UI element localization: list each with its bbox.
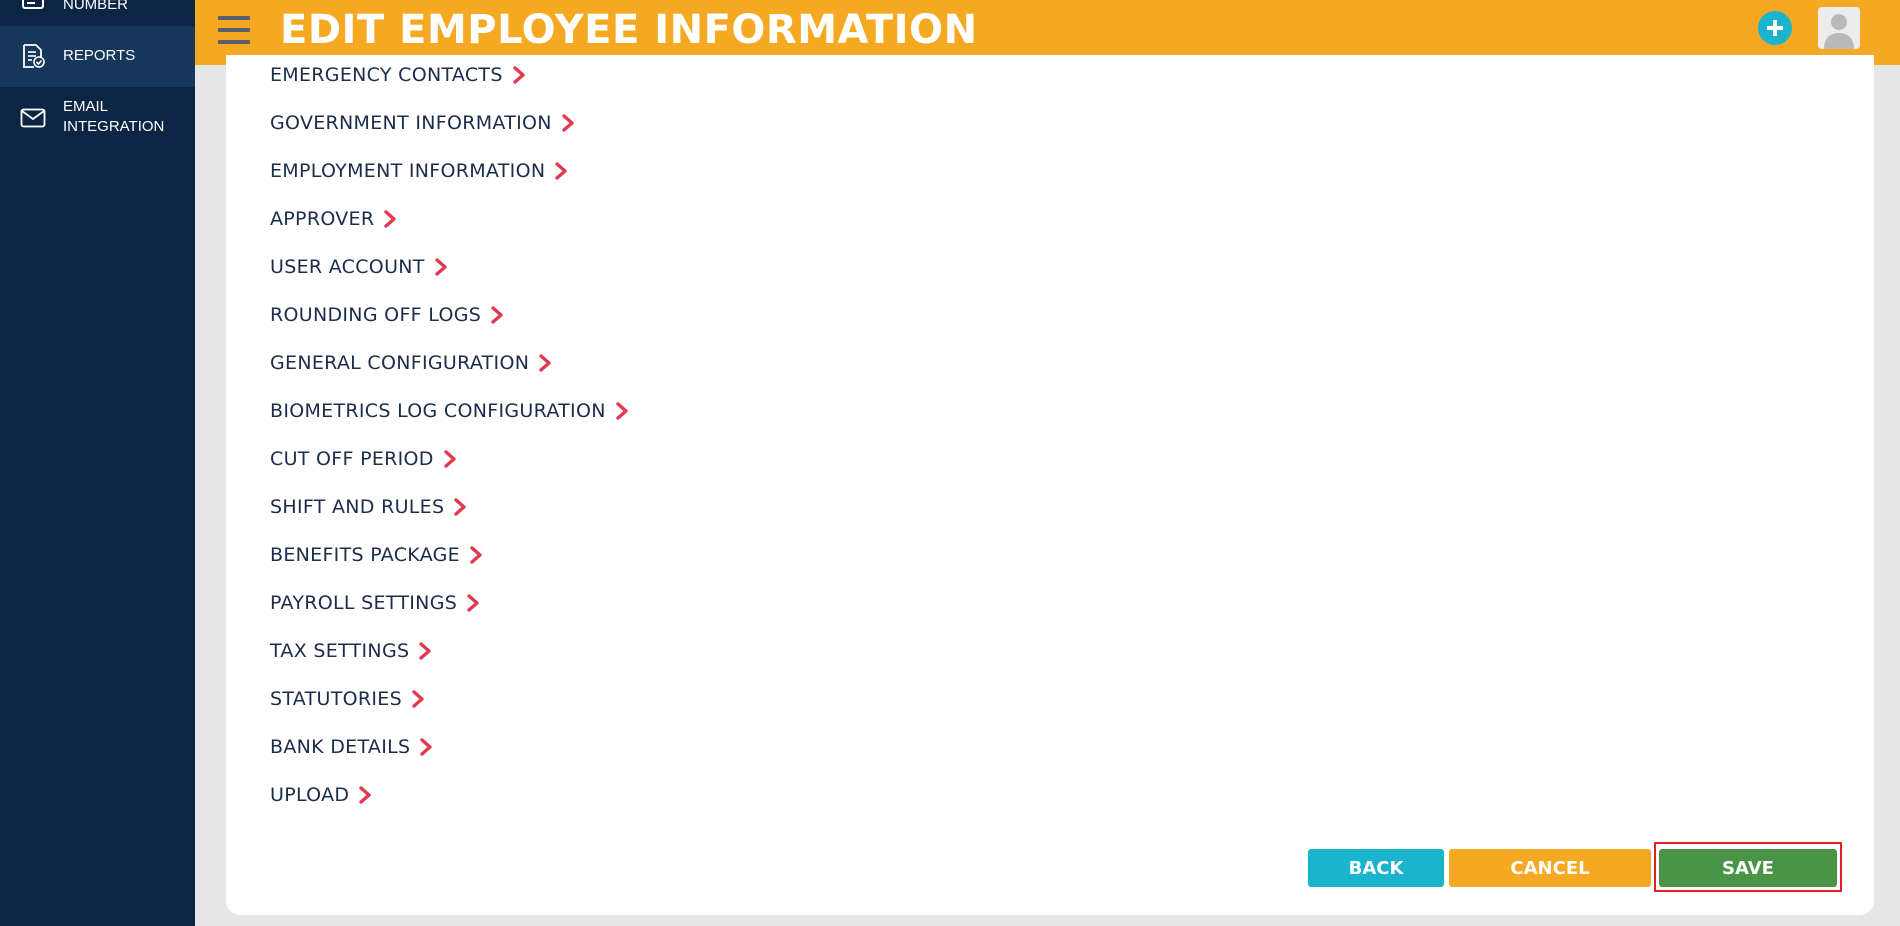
- chevron-right-icon: [358, 786, 372, 804]
- section-link-label: USER ACCOUNT: [270, 256, 425, 278]
- section-link-label: EMERGENCY CONTACTS: [270, 64, 503, 86]
- page-scrollbar[interactable]: [1874, 65, 1900, 926]
- back-button[interactable]: BACK: [1308, 849, 1444, 887]
- section-link[interactable]: BENEFITS PACKAGE: [270, 540, 483, 570]
- chevron-right-icon: [434, 258, 448, 276]
- sidebar-item-email-integration[interactable]: EMAIL INTEGRATION: [0, 87, 195, 153]
- chevron-right-icon: [383, 210, 397, 228]
- report-icon: [20, 43, 46, 69]
- sidebar-item-label-line2: INTEGRATION: [63, 118, 165, 135]
- chevron-right-icon: [466, 594, 480, 612]
- chevron-right-icon: [554, 162, 568, 180]
- cancel-button[interactable]: CANCEL: [1449, 849, 1651, 887]
- section-link[interactable]: EMERGENCY CONTACTS: [270, 60, 526, 90]
- sidebar: NUMBER REPORTS EMAIL INTEGRATION: [0, 0, 195, 926]
- section-link-label: STATUTORIES: [270, 688, 402, 710]
- chevron-right-icon: [512, 66, 526, 84]
- chevron-right-icon: [411, 690, 425, 708]
- hamburger-menu-icon[interactable]: [218, 16, 250, 44]
- chevron-right-icon: [419, 738, 433, 756]
- section-link-label: TAX SETTINGS: [270, 640, 410, 662]
- section-link[interactable]: BIOMETRICS LOG CONFIGURATION: [270, 396, 629, 426]
- user-avatar-icon[interactable]: [1818, 7, 1860, 49]
- section-link-label: SHIFT AND RULES: [270, 496, 445, 518]
- section-link[interactable]: USER ACCOUNT: [270, 252, 448, 282]
- page-title: EDIT EMPLOYEE INFORMATION: [280, 7, 978, 53]
- chevron-right-icon: [453, 498, 467, 516]
- plus-icon[interactable]: [1758, 11, 1792, 45]
- section-link-label: CUT OFF PERIOD: [270, 448, 434, 470]
- section-link-label: APPROVER: [270, 208, 375, 230]
- section-link-label: GENERAL CONFIGURATION: [270, 352, 530, 374]
- section-link[interactable]: SHIFT AND RULES: [270, 492, 467, 522]
- section-link[interactable]: UPLOAD: [270, 780, 372, 810]
- section-link[interactable]: PAYROLL SETTINGS: [270, 588, 480, 618]
- sidebar-item-reports[interactable]: REPORTS: [0, 26, 195, 87]
- chevron-right-icon: [418, 642, 432, 660]
- section-link-label: BANK DETAILS: [270, 736, 411, 758]
- section-link[interactable]: STATUTORIES: [270, 684, 425, 714]
- section-link[interactable]: GOVERNMENT INFORMATION: [270, 108, 575, 138]
- section-link[interactable]: BANK DETAILS: [270, 732, 433, 762]
- save-button[interactable]: SAVE: [1659, 849, 1837, 887]
- section-link[interactable]: EMPLOYMENT INFORMATION: [270, 156, 568, 186]
- chevron-right-icon: [615, 402, 629, 420]
- sidebar-item-label: REPORTS: [63, 47, 136, 64]
- section-link-label: BIOMETRICS LOG CONFIGURATION: [270, 400, 606, 422]
- chevron-right-icon: [443, 450, 457, 468]
- sidebar-item-number[interactable]: NUMBER: [0, 0, 195, 26]
- section-link[interactable]: TAX SETTINGS: [270, 636, 432, 666]
- section-link-label: ROUNDING OFF LOGS: [270, 304, 482, 326]
- section-link[interactable]: ROUNDING OFF LOGS: [270, 300, 504, 330]
- section-link-label: PAYROLL SETTINGS: [270, 592, 458, 614]
- list-icon: [20, 0, 46, 14]
- section-link-label: BENEFITS PACKAGE: [270, 544, 460, 566]
- sidebar-item-label: EMAIL INTEGRATION: [63, 97, 164, 137]
- sidebar-item-label: NUMBER: [63, 0, 129, 13]
- section-link-label: EMPLOYMENT INFORMATION: [270, 160, 546, 182]
- section-link[interactable]: GENERAL CONFIGURATION: [270, 348, 552, 378]
- chevron-right-icon: [469, 546, 483, 564]
- chevron-right-icon: [538, 354, 552, 372]
- section-link[interactable]: CUT OFF PERIOD: [270, 444, 457, 474]
- chevron-right-icon: [561, 114, 575, 132]
- section-link-label: GOVERNMENT INFORMATION: [270, 112, 552, 134]
- section-link-label: UPLOAD: [270, 784, 350, 806]
- chevron-right-icon: [490, 306, 504, 324]
- sidebar-item-label-line1: EMAIL: [63, 98, 109, 115]
- section-link[interactable]: APPROVER: [270, 204, 397, 234]
- mail-icon: [20, 105, 46, 131]
